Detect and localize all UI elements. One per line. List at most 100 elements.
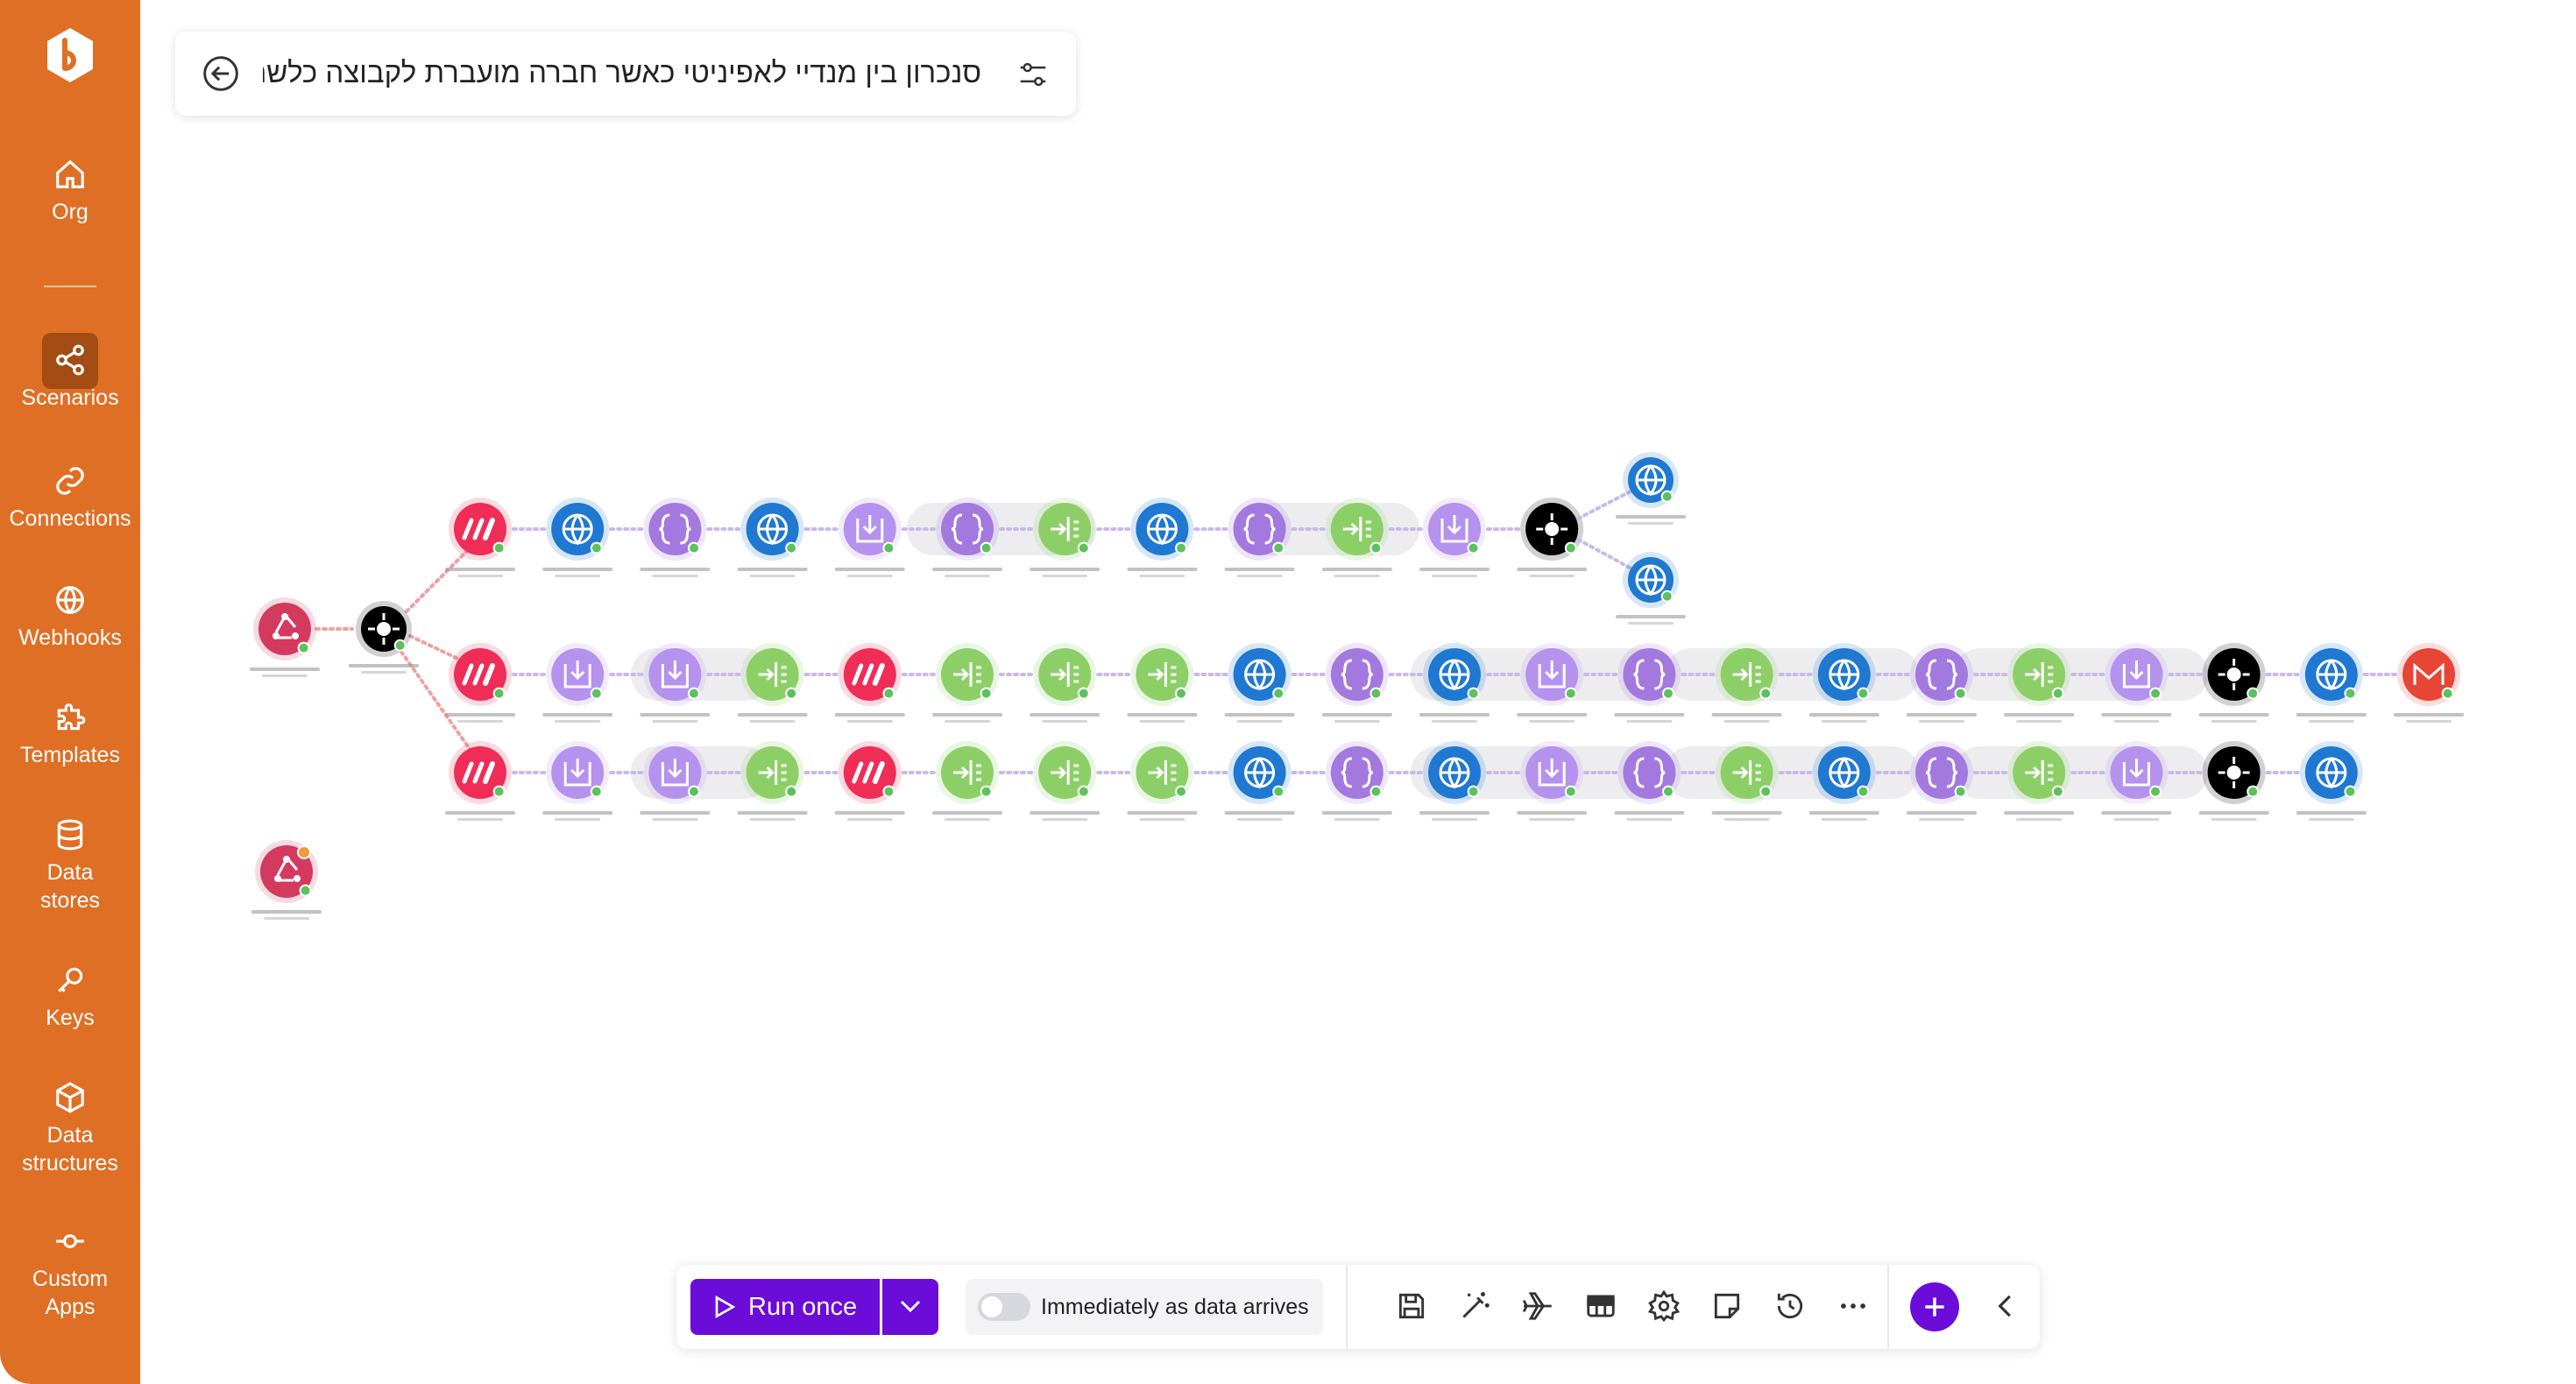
sidebar-item-label: Scenarios bbox=[21, 385, 119, 410]
schedule-setting[interactable]: Immediately as data arrives bbox=[966, 1279, 1323, 1335]
sidebar-item-org[interactable]: Org bbox=[0, 158, 140, 226]
mid-flow-module[interactable] bbox=[1030, 643, 1100, 723]
sidebar-item-label: Templates bbox=[20, 743, 120, 767]
top-json-module[interactable] bbox=[1224, 498, 1295, 577]
share-icon bbox=[56, 344, 84, 376]
mid-monday-module[interactable] bbox=[445, 643, 515, 723]
bot-http-module[interactable] bbox=[1808, 741, 1879, 821]
sidebar-item-scenarios[interactable]: Scenarios bbox=[0, 343, 140, 412]
bot-http-module[interactable] bbox=[2296, 741, 2367, 821]
run-once-label: Run once bbox=[748, 1293, 858, 1321]
bot-json-module[interactable] bbox=[1907, 741, 1977, 821]
top-monday-module[interactable] bbox=[445, 498, 515, 577]
sidebar-item-label: Org bbox=[52, 200, 88, 224]
sidebar-item-webhooks[interactable]: Webhooks bbox=[0, 583, 140, 652]
top-http-module[interactable] bbox=[542, 498, 613, 577]
sidebar-item-keys[interactable]: Keys bbox=[0, 964, 140, 1032]
run-once-button[interactable]: Run once bbox=[690, 1279, 880, 1335]
table-icon[interactable] bbox=[1584, 1289, 1617, 1323]
sidebar-item-custom-apps[interactable]: Custom Apps bbox=[0, 1225, 140, 1321]
top-json-module[interactable] bbox=[932, 498, 1002, 577]
schedule-toggle[interactable] bbox=[978, 1293, 1030, 1321]
top-router-module[interactable] bbox=[1517, 498, 1588, 577]
sidebar-item-label: Data structures bbox=[22, 1123, 118, 1176]
bot-http-module[interactable] bbox=[1419, 741, 1490, 821]
run-options-dropdown[interactable] bbox=[882, 1279, 938, 1335]
mid-http-module[interactable] bbox=[1808, 643, 1879, 723]
mid-flow-module[interactable] bbox=[1127, 643, 1198, 723]
mid-tools-module[interactable] bbox=[2101, 643, 2172, 723]
mid-flow-module[interactable] bbox=[2004, 643, 2075, 723]
mid-json-module[interactable] bbox=[1907, 643, 1977, 723]
mid-monday-module[interactable] bbox=[834, 643, 905, 723]
play-icon bbox=[715, 1296, 736, 1318]
bot-flow-module[interactable] bbox=[1127, 741, 1198, 821]
more-icon[interactable] bbox=[1836, 1289, 1870, 1323]
sidebar-divider bbox=[44, 286, 96, 287]
note-icon[interactable] bbox=[1710, 1289, 1744, 1323]
mid-flow-module[interactable] bbox=[1711, 643, 1782, 723]
mid-gmail-module[interactable] bbox=[2394, 643, 2464, 723]
mid-http-module[interactable] bbox=[1224, 643, 1295, 723]
top-flow-module[interactable] bbox=[1321, 498, 1392, 577]
bot-flow-module[interactable] bbox=[2004, 741, 2075, 821]
mid-http-module[interactable] bbox=[2296, 643, 2367, 723]
sidebar-item-label: Keys bbox=[46, 1006, 95, 1030]
schedule-label: Immediately as data arrives bbox=[1041, 1295, 1309, 1319]
bot-http-module[interactable] bbox=[1224, 741, 1295, 821]
bot-tools-module[interactable] bbox=[1517, 741, 1588, 821]
globe-icon bbox=[56, 586, 84, 614]
mid-flow-module[interactable] bbox=[737, 643, 808, 723]
sidebar-item-connections[interactable]: Connections bbox=[0, 464, 140, 533]
top-end-http-module-2[interactable] bbox=[1616, 552, 1686, 625]
mid-router-module[interactable] bbox=[2198, 643, 2269, 723]
sidebar-item-data-structures[interactable]: Data structures bbox=[0, 1081, 140, 1177]
save-icon[interactable] bbox=[1395, 1289, 1428, 1323]
mid-tools-module[interactable] bbox=[640, 643, 711, 723]
bot-json-module[interactable] bbox=[1321, 741, 1392, 821]
bot-tools-module[interactable] bbox=[542, 741, 613, 821]
bot-flow-module[interactable] bbox=[1030, 741, 1100, 821]
bot-tools-module[interactable] bbox=[2101, 741, 2172, 821]
bot-monday-module[interactable] bbox=[445, 741, 515, 821]
history-icon[interactable] bbox=[1773, 1289, 1807, 1323]
sidebar-item-label: Connections bbox=[9, 506, 131, 531]
top-http-module[interactable] bbox=[1127, 498, 1198, 577]
mid-json-module[interactable] bbox=[1321, 643, 1392, 723]
bot-flow-module[interactable] bbox=[737, 741, 808, 821]
mid-json-module[interactable] bbox=[1614, 643, 1685, 723]
standalone-webhook-module[interactable] bbox=[251, 840, 322, 920]
toolbar-divider bbox=[1887, 1265, 1889, 1349]
bot-flow-module[interactable] bbox=[932, 741, 1002, 821]
top-json-module[interactable] bbox=[640, 498, 711, 577]
bot-tools-module[interactable] bbox=[640, 741, 711, 821]
add-module-button[interactable] bbox=[1910, 1282, 1959, 1331]
sidebar-item-data-stores[interactable]: Data stores bbox=[0, 818, 140, 914]
bottom-toolbar: Run once Immediately as data arrives bbox=[676, 1265, 2040, 1349]
top-tools-module[interactable] bbox=[834, 498, 905, 577]
sidebar: Org Scenarios Connections Webhooks Templ… bbox=[0, 0, 140, 1384]
sidebar-item-label: Data stores bbox=[39, 860, 101, 913]
gear-icon[interactable] bbox=[1647, 1289, 1681, 1323]
top-end-http-module-1[interactable] bbox=[1616, 452, 1686, 525]
bot-json-module[interactable] bbox=[1614, 741, 1685, 821]
make-logo-icon[interactable] bbox=[44, 26, 96, 84]
trigger-webhook-module[interactable] bbox=[250, 597, 320, 677]
bot-flow-module[interactable] bbox=[1711, 741, 1782, 821]
top-tools-module[interactable] bbox=[1419, 498, 1490, 577]
mid-tools-module[interactable] bbox=[1517, 643, 1588, 723]
top-flow-module[interactable] bbox=[1030, 498, 1100, 577]
bot-monday-module[interactable] bbox=[834, 741, 905, 821]
magic-wand-icon[interactable] bbox=[1458, 1289, 1491, 1323]
mid-tools-module[interactable] bbox=[542, 643, 613, 723]
top-http-module[interactable] bbox=[737, 498, 808, 577]
mid-http-module[interactable] bbox=[1419, 643, 1490, 723]
scenario-canvas[interactable] bbox=[140, 0, 2576, 1244]
cube-icon bbox=[56, 1082, 84, 1113]
airplane-icon[interactable] bbox=[1521, 1289, 1554, 1323]
bot-router-module[interactable] bbox=[2198, 741, 2269, 821]
mid-flow-module[interactable] bbox=[932, 643, 1002, 723]
chevron-down-icon bbox=[900, 1300, 921, 1313]
chevron-left-icon[interactable] bbox=[1989, 1289, 2022, 1323]
sidebar-item-templates[interactable]: Templates bbox=[0, 701, 140, 769]
